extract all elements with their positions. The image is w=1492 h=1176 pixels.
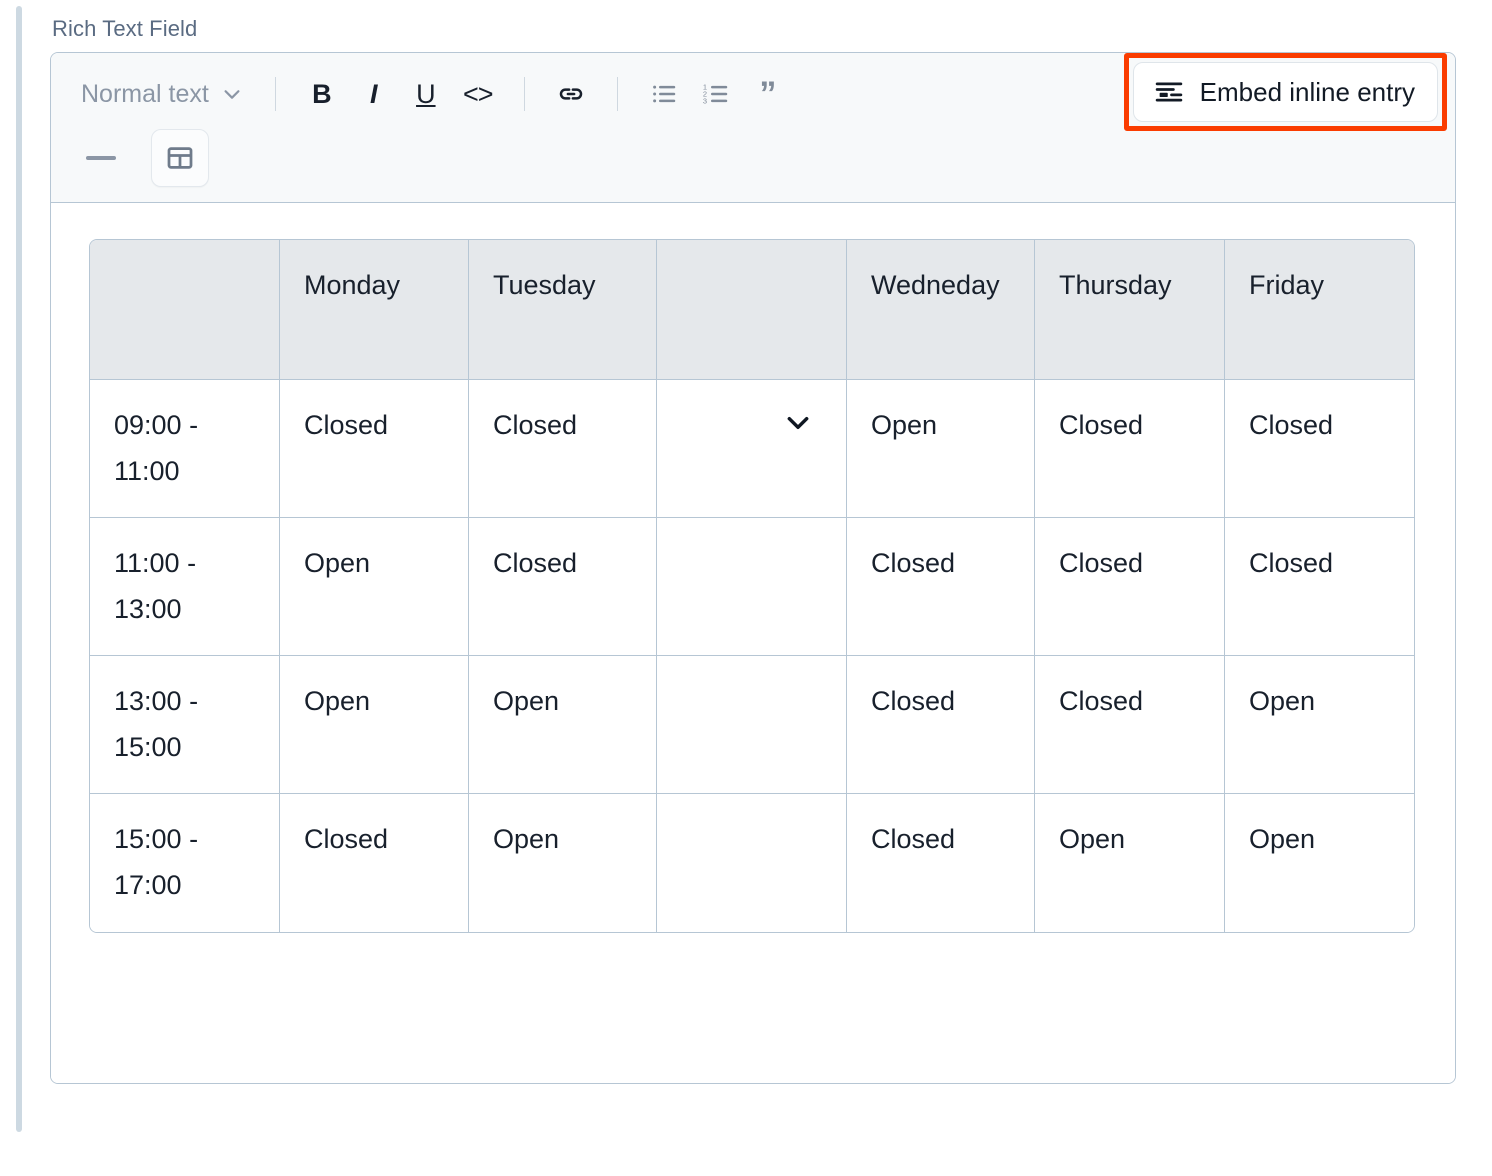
- table-header-cell[interactable]: Friday: [1225, 240, 1414, 380]
- table-cell[interactable]: Closed: [847, 518, 1035, 656]
- field-label: Rich Text Field: [52, 14, 1456, 44]
- chevron-down-icon[interactable]: [782, 406, 814, 452]
- code-button[interactable]: <>: [452, 68, 504, 120]
- underline-icon: U: [416, 81, 436, 108]
- bold-icon: B: [312, 81, 332, 108]
- table-cell[interactable]: Closed: [1035, 518, 1225, 656]
- table-cell-with-dropdown[interactable]: [657, 380, 847, 518]
- table-cell[interactable]: Closed: [469, 380, 657, 518]
- table-cell[interactable]: Closed: [1035, 656, 1225, 794]
- editor-toolbar: Normal text B I U <>: [51, 53, 1455, 203]
- toolbar-separator: [275, 77, 276, 111]
- bold-button[interactable]: B: [296, 68, 348, 120]
- rich-text-editor: Normal text B I U <>: [50, 52, 1456, 1084]
- table-row: 09:00 - 11:00 Closed Closed Open Closed …: [90, 380, 1414, 518]
- table-header-cell[interactable]: Thursday: [1035, 240, 1225, 380]
- table-cell[interactable]: Open: [469, 794, 657, 932]
- toolbar-separator: [524, 77, 525, 111]
- table-row: 13:00 - 15:00 Open Open Closed Closed Op…: [90, 656, 1414, 794]
- table-row: 11:00 - 13:00 Open Closed Closed Closed …: [90, 518, 1414, 656]
- table-header-cell[interactable]: [90, 240, 280, 380]
- italic-icon: I: [370, 81, 378, 108]
- table-cell[interactable]: [657, 794, 847, 932]
- table-cell[interactable]: Open: [280, 518, 469, 656]
- table-cell[interactable]: Closed: [847, 794, 1035, 932]
- table-cell[interactable]: [657, 656, 847, 794]
- numbered-list-icon: 1 2 3: [701, 79, 731, 109]
- embed-inline-entry-highlight: Embed inline entry: [1124, 53, 1447, 131]
- svg-text:3: 3: [703, 96, 707, 105]
- table-header-cell[interactable]: [657, 240, 847, 380]
- schedule-table[interactable]: Monday Tuesday Wedneday Thursday Friday …: [89, 239, 1415, 933]
- chevron-down-icon: [221, 83, 243, 105]
- table-cell[interactable]: Open: [469, 656, 657, 794]
- toolbar-row-secondary: [69, 125, 1441, 191]
- text-style-dropdown[interactable]: Normal text: [69, 68, 255, 120]
- editor-content-area[interactable]: Monday Tuesday Wedneday Thursday Friday …: [51, 203, 1455, 1083]
- table-header-cell[interactable]: Tuesday: [469, 240, 657, 380]
- horizontal-rule-button[interactable]: [73, 132, 129, 184]
- table-cell[interactable]: Closed: [1225, 518, 1414, 656]
- table-row-time-cell[interactable]: 09:00 - 11:00: [90, 380, 280, 518]
- embed-inline-entry-icon: [1154, 77, 1184, 107]
- table-cell[interactable]: Open: [1035, 794, 1225, 932]
- table-cell[interactable]: Open: [847, 380, 1035, 518]
- table-cell[interactable]: Closed: [847, 656, 1035, 794]
- table-cell[interactable]: Closed: [280, 794, 469, 932]
- table-cell[interactable]: Open: [1225, 794, 1414, 932]
- table-cell[interactable]: Closed: [280, 380, 469, 518]
- left-accent-rail: [16, 6, 22, 1132]
- rich-text-field: Rich Text Field Normal text B I: [50, 14, 1456, 1084]
- table-cell[interactable]: Open: [1225, 656, 1414, 794]
- bulleted-list-button[interactable]: [638, 68, 690, 120]
- table-row: 15:00 - 17:00 Closed Open Closed Open Op…: [90, 794, 1414, 932]
- table-icon: [165, 143, 195, 173]
- quote-icon: ”: [759, 86, 776, 103]
- table-row-time-cell[interactable]: 11:00 - 13:00: [90, 518, 280, 656]
- code-icon: <>: [463, 81, 493, 108]
- embed-inline-entry-label: Embed inline entry: [1200, 79, 1415, 105]
- table-row-time-cell[interactable]: 13:00 - 15:00: [90, 656, 280, 794]
- text-style-dropdown-value: Normal text: [81, 82, 209, 107]
- italic-button[interactable]: I: [348, 68, 400, 120]
- table-header-cell[interactable]: Wedneday: [847, 240, 1035, 380]
- blockquote-button[interactable]: ”: [742, 68, 794, 120]
- underline-button[interactable]: U: [400, 68, 452, 120]
- table-row-time-cell[interactable]: 15:00 - 17:00: [90, 794, 280, 932]
- toolbar-separator: [617, 77, 618, 111]
- table-cell[interactable]: Closed: [1035, 380, 1225, 518]
- link-button[interactable]: [545, 68, 597, 120]
- table-header-cell[interactable]: Monday: [280, 240, 469, 380]
- table-cell[interactable]: [657, 518, 847, 656]
- numbered-list-button[interactable]: 1 2 3: [690, 68, 742, 120]
- embed-inline-entry-button[interactable]: Embed inline entry: [1133, 62, 1438, 122]
- table-cell[interactable]: Closed: [469, 518, 657, 656]
- bulleted-list-icon: [649, 79, 679, 109]
- table-header-row: Monday Tuesday Wedneday Thursday Friday: [90, 240, 1414, 380]
- link-icon: [556, 79, 586, 109]
- table-cell[interactable]: Closed: [1225, 380, 1414, 518]
- horizontal-rule-icon: [86, 156, 116, 160]
- table-cell[interactable]: Open: [280, 656, 469, 794]
- table-button[interactable]: [151, 129, 209, 187]
